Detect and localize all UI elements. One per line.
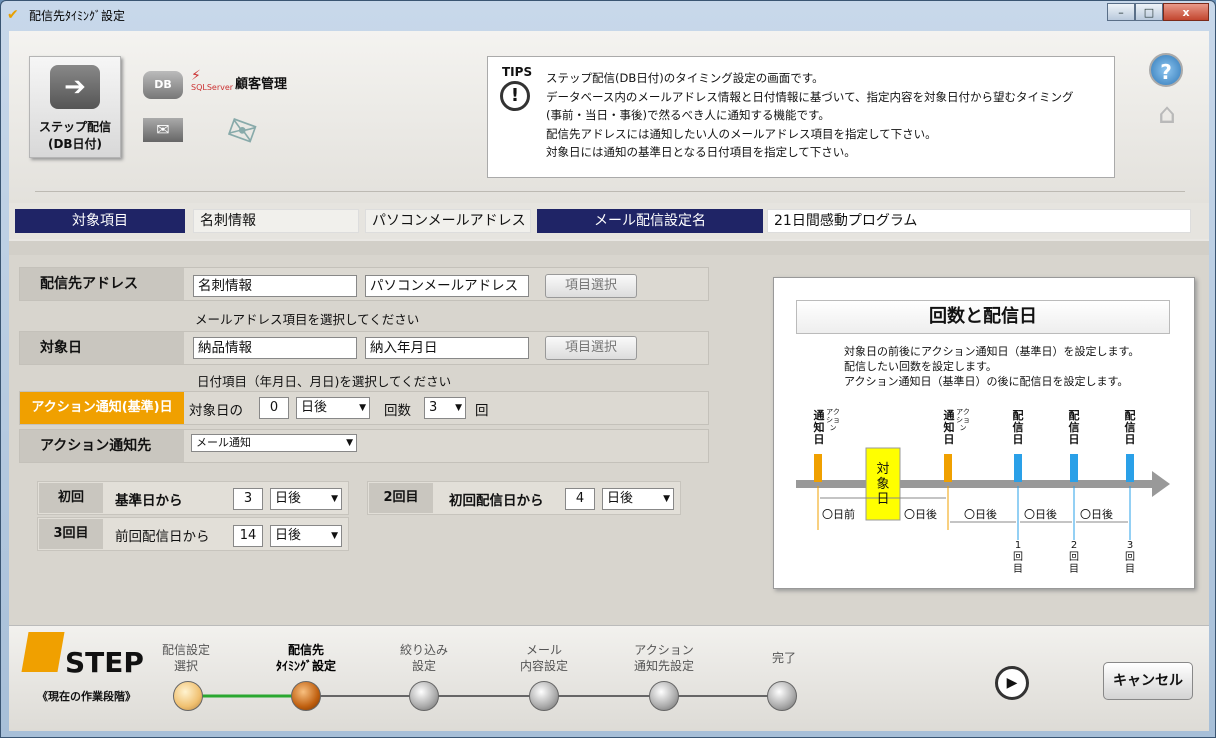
third-text: 前回配信日から bbox=[115, 529, 210, 545]
count-1-label: 1回目 bbox=[1013, 540, 1023, 575]
after-label-1: 〇日後 bbox=[904, 508, 937, 521]
next-play-icon[interactable]: ▶ bbox=[995, 666, 1029, 700]
action-date-label: アクション通知(基準)日 bbox=[20, 392, 184, 424]
step-3-label: 絞り込み 設定 bbox=[399, 643, 448, 673]
address-label: 配信先アドレス bbox=[20, 268, 184, 300]
step-5-ball bbox=[649, 681, 679, 711]
exclamation-icon: ! bbox=[500, 81, 530, 111]
date-item-field[interactable]: 納入年月日 bbox=[365, 337, 529, 359]
count-select[interactable]: 3 ▼ bbox=[424, 397, 466, 419]
tips-title: TIPS bbox=[502, 65, 533, 79]
timing-diagram: 回数と配信日 対象日の前後にアクション通知日（基準日）を設定します。 配信したい… bbox=[773, 277, 1195, 589]
tips-text: ステップ配信(DB日付)のタイミング設定の画面です。 データベース内のメールアド… bbox=[546, 71, 1074, 159]
app-check-icon: ✔ bbox=[7, 7, 19, 23]
window-title: 配信先ﾀｲﾐﾝｸﾞ設定 bbox=[29, 9, 126, 23]
count-2-label: 2回目 bbox=[1069, 540, 1079, 575]
step-2-label: 配信先 ﾀｲﾐﾝｸﾞ設定 bbox=[275, 643, 336, 673]
step-2-ball bbox=[291, 681, 321, 711]
app-window: ✔ 配信先ﾀｲﾐﾝｸﾞ設定 – □ x ➔ ステップ配信 (DB日付) DB ✉ … bbox=[0, 0, 1216, 738]
second-text: 初回配信日から bbox=[449, 493, 544, 509]
date-select-button[interactable]: 項目選択 bbox=[545, 336, 637, 360]
maximize-button[interactable]: □ bbox=[1135, 3, 1163, 21]
count-unit: 回 bbox=[475, 403, 489, 419]
notify-small-1: アクション bbox=[826, 408, 840, 432]
step-1-label: 配信設定 選択 bbox=[161, 643, 210, 673]
db-arrow-icon: ➔ bbox=[50, 65, 100, 109]
step-subtitle: 《現在の作業段階》 bbox=[37, 690, 136, 703]
step-3-ball bbox=[409, 681, 439, 711]
before-label: 〇日前 bbox=[822, 508, 855, 521]
close-button[interactable]: x bbox=[1163, 3, 1209, 21]
first-text: 基準日から bbox=[115, 493, 183, 509]
step-check-icon bbox=[21, 632, 65, 672]
notify-target-select[interactable]: メール通知 ▼ bbox=[191, 434, 357, 452]
second-days-input[interactable]: 4 bbox=[565, 488, 595, 510]
second-when-select[interactable]: 日後 ▼ bbox=[602, 488, 674, 510]
count-label: 回数 bbox=[384, 403, 411, 419]
notify-label-1: 通知日 bbox=[813, 409, 825, 446]
action-days-input[interactable]: 0 bbox=[259, 397, 289, 419]
count-3-label: 3回目 bbox=[1125, 540, 1135, 575]
address-item-field[interactable]: パソコンメールアドレス bbox=[365, 275, 529, 297]
deliver-label-1: 配信日 bbox=[1012, 409, 1024, 446]
tips-box: TIPS ! ステップ配信(DB日付)のタイミング設定の画面です。 データベース… bbox=[487, 56, 1115, 178]
notify-target-label: アクション通知先 bbox=[20, 430, 184, 462]
step-delivery-button[interactable]: ➔ ステップ配信 (DB日付) bbox=[29, 56, 121, 158]
first-label: 初回 bbox=[39, 483, 103, 513]
address-table-field[interactable]: 名刺情報 bbox=[193, 275, 357, 297]
customer-management-label: 顧客管理 bbox=[235, 77, 288, 92]
header: ➔ ステップ配信 (DB日付) DB ✉ ⚡ SQLServer 顧客管理 ✉ TI… bbox=[9, 31, 1209, 203]
notify-small-2: アクション bbox=[956, 408, 970, 432]
info-bar: 対象項目 名刺情報 パソコンメールアドレス メール配信設定名 21日間感動プログ… bbox=[9, 203, 1209, 239]
step-6-ball bbox=[767, 681, 797, 711]
target-table: 名刺情報 bbox=[193, 209, 359, 233]
envelope-send-icon[interactable]: ✉ bbox=[222, 108, 281, 162]
action-prefix: 対象日の bbox=[189, 403, 243, 419]
mail-icon[interactable]: ✉ bbox=[143, 118, 183, 142]
step-6-label: 完了 bbox=[771, 651, 796, 665]
step-4-ball bbox=[529, 681, 559, 711]
first-when-select[interactable]: 日後 ▼ bbox=[270, 488, 342, 510]
step-footer: STEP 《現在の作業段階》 配信設定 選択 配信先 ﾀｲﾐﾝｸﾞ設定 絞り込み… bbox=[9, 625, 1209, 731]
third-when-select[interactable]: 日後 ▼ bbox=[270, 525, 342, 547]
second-label: 2回目 bbox=[369, 483, 433, 513]
third-label: 3回目 bbox=[39, 519, 103, 549]
target-day-label: 対象日 bbox=[876, 462, 890, 507]
step-1-ball bbox=[173, 681, 203, 711]
address-select-button[interactable]: 項目選択 bbox=[545, 274, 637, 298]
target-item-label: 対象項目 bbox=[15, 209, 185, 233]
after-label-2: 〇日後 bbox=[964, 508, 997, 521]
date-hint: 日付項目（年月日、月日)を選択してください bbox=[197, 374, 452, 389]
setting-name-label: メール配信設定名 bbox=[537, 209, 763, 233]
notify-label-2: 通知日 bbox=[943, 409, 955, 446]
date-table-field[interactable]: 納品情報 bbox=[193, 337, 357, 359]
database-icon[interactable]: DB bbox=[143, 71, 183, 99]
step-4-label: メール 内容設定 bbox=[519, 643, 568, 673]
address-hint: メールアドレス項目を選択してください bbox=[195, 312, 420, 327]
cancel-button[interactable]: キャンセル bbox=[1103, 662, 1193, 700]
setting-name-value: 21日間感動プログラム bbox=[767, 209, 1191, 233]
action-when-select[interactable]: 日後 ▼ bbox=[296, 397, 370, 419]
after-label-4: 〇日後 bbox=[1080, 508, 1113, 521]
divider bbox=[35, 191, 1185, 192]
step-5-label: アクション 通知先設定 bbox=[633, 643, 694, 673]
third-days-input[interactable]: 14 bbox=[233, 525, 263, 547]
title-bar: ✔ 配信先ﾀｲﾐﾝｸﾞ設定 – □ x bbox=[1, 1, 1215, 29]
help-icon[interactable]: ? bbox=[1149, 53, 1183, 87]
target-field: パソコンメールアドレス bbox=[365, 209, 531, 233]
after-label-3: 〇日後 bbox=[1024, 508, 1057, 521]
sqlserver-logo: ⚡ SQLServer bbox=[191, 68, 234, 92]
home-icon[interactable]: ⌂ bbox=[1149, 97, 1185, 131]
deliver-label-3: 配信日 bbox=[1124, 409, 1136, 446]
minimize-button[interactable]: – bbox=[1107, 3, 1135, 21]
target-date-label: 対象日 bbox=[20, 332, 184, 364]
deliver-label-2: 配信日 bbox=[1068, 409, 1080, 446]
first-days-input[interactable]: 3 bbox=[233, 488, 263, 510]
